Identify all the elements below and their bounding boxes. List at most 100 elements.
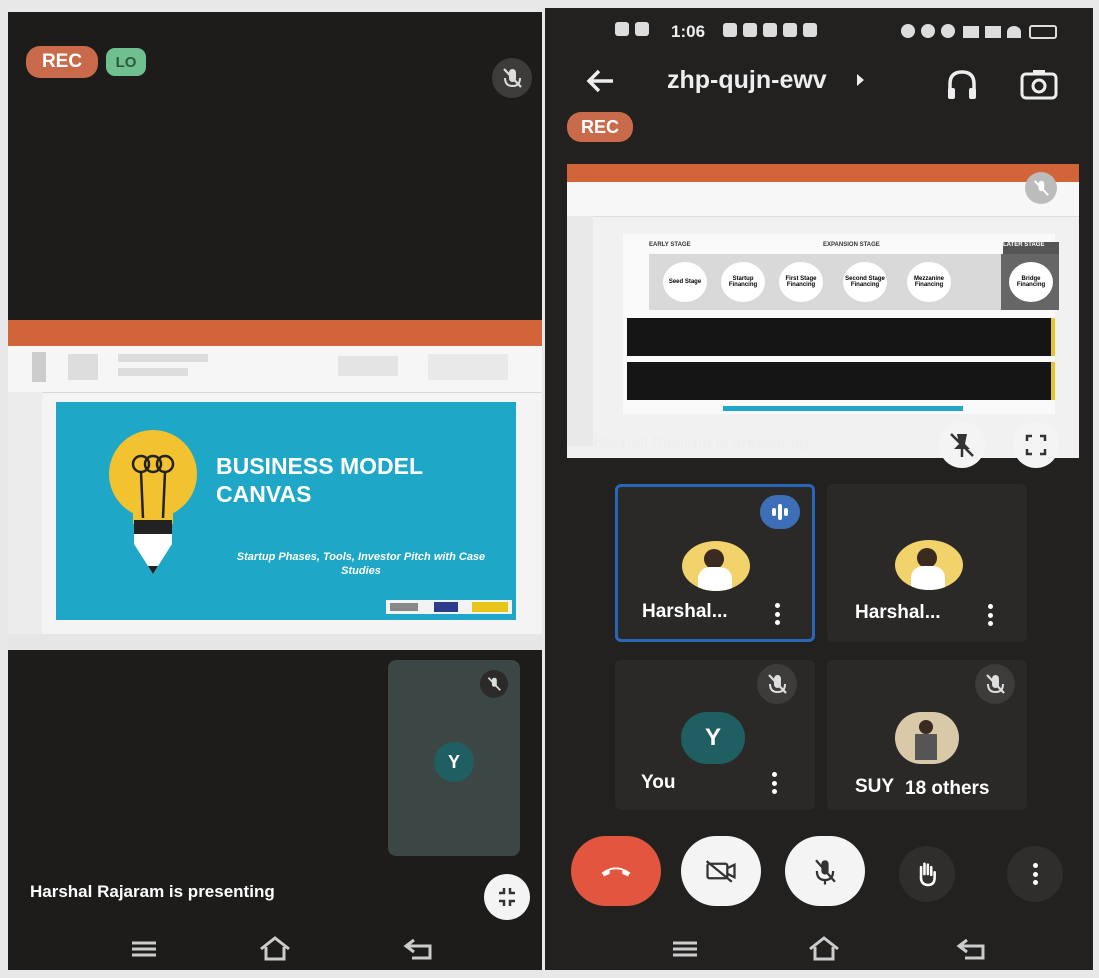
avatar	[682, 541, 750, 591]
mic-off-icon	[815, 859, 836, 885]
switch-camera-button[interactable]	[1017, 64, 1061, 106]
recent-apps-icon[interactable]	[130, 938, 158, 960]
step-circle: Seed Stage	[663, 262, 707, 302]
slide-row	[627, 318, 1055, 356]
presentation-tile[interactable]: EARLY STAGE EXPANSION STAGE LATER STAGE …	[567, 164, 1079, 468]
more-options-icon[interactable]	[774, 603, 780, 625]
participant-tile[interactable]: Y You	[615, 660, 815, 810]
others-count[interactable]: 18 others	[905, 778, 989, 800]
mic-off-icon	[975, 664, 1015, 704]
powerpoint-statusbar	[8, 634, 542, 650]
status-bar-left: 1:06	[615, 20, 915, 44]
presenting-caption: Harshal Rajaram is presenting	[30, 882, 275, 901]
speaking-indicator-icon	[760, 495, 800, 529]
raise-hand-button[interactable]	[899, 846, 955, 902]
status-bar-right	[901, 22, 1071, 40]
lightbulb-icon	[109, 430, 197, 574]
more-options-icon	[1032, 863, 1038, 885]
live-caption-badge[interactable]: LO	[106, 48, 146, 76]
step-circle: First Stage Financing	[779, 262, 823, 302]
microphone-toggle-button[interactable]	[785, 836, 865, 906]
slide-title: BUSINESS MODEL CANVAS	[216, 452, 423, 508]
avatar: Y	[681, 712, 745, 764]
step-circle: Startup Financing	[721, 262, 765, 302]
hang-up-icon	[601, 867, 631, 877]
headset-status-icon	[901, 24, 915, 38]
rec-badge: REC	[567, 112, 633, 142]
mic-off-icon	[1025, 172, 1057, 204]
step-circle: Bridge Financing	[1009, 262, 1053, 302]
right-phone-screen: 1:06 zhp-qujn-ewv REC EARLY STAGE EXPANS…	[545, 8, 1093, 970]
slide-row	[627, 362, 1055, 400]
step-circle: Second Stage Financing	[843, 262, 887, 302]
camera-toggle-button[interactable]	[681, 836, 761, 906]
mic-off-icon	[757, 664, 797, 704]
ribbon	[8, 346, 542, 393]
fullscreen-button[interactable]	[1013, 422, 1059, 468]
hand-icon	[919, 862, 936, 887]
home-icon[interactable]	[807, 934, 841, 962]
participant-name: You	[641, 772, 676, 793]
avatar: Y	[434, 742, 474, 782]
unpin-icon	[950, 433, 974, 457]
self-view-tile[interactable]: Y	[388, 660, 520, 856]
participant-name: Harshal...	[642, 601, 728, 622]
alarm-icon	[921, 24, 935, 38]
status-time: 1:06	[671, 22, 706, 41]
back-icon[interactable]	[955, 936, 989, 962]
mic-off-icon	[492, 58, 532, 98]
headphones-icon	[948, 70, 976, 99]
presenting-caption: Harshal Rajaram is presenting	[593, 434, 809, 451]
slide-thumbnails	[8, 392, 42, 642]
powerpoint-titlebar	[8, 320, 542, 346]
back-icon[interactable]	[402, 936, 436, 962]
avatar	[895, 540, 963, 590]
more-options-icon[interactable]	[771, 772, 777, 794]
mic-off-icon	[480, 670, 508, 698]
recent-apps-icon[interactable]	[671, 938, 699, 960]
slide-canvas: BUSINESS MODEL CANVAS Startup Phases, To…	[56, 402, 516, 620]
end-call-button[interactable]	[571, 836, 661, 906]
slide-label: EARLY STAGE	[649, 242, 691, 248]
participant-tile[interactable]: Harshal...	[615, 484, 815, 642]
video-off-icon	[705, 860, 736, 883]
rec-badge: REC	[26, 46, 98, 78]
step-circle: Mezzanine Financing	[907, 262, 951, 302]
battery-icon	[1029, 25, 1057, 39]
switch-camera-icon	[1020, 70, 1058, 100]
call-icon	[941, 24, 955, 38]
shared-presentation: BUSINESS MODEL CANVAS Startup Phases, To…	[8, 320, 542, 650]
expand-icon	[1025, 434, 1047, 456]
more-options-button[interactable]	[1007, 846, 1063, 902]
slide-label: EXPANSION STAGE	[823, 242, 880, 248]
participant-name: Harshal...	[855, 602, 941, 623]
avatar	[895, 712, 959, 764]
notification-icon	[635, 22, 649, 36]
more-options-icon[interactable]	[987, 604, 993, 626]
wifi-icon	[1007, 26, 1021, 38]
slide-thumbnails	[567, 216, 593, 446]
participant-tile[interactable]: SUY 18 others	[827, 660, 1027, 810]
slide-logos	[386, 600, 512, 614]
unpin-button[interactable]	[939, 422, 985, 468]
participant-name: SUY	[855, 776, 895, 797]
meeting-code[interactable]: zhp-qujn-ewv	[667, 66, 827, 95]
notification-icon	[615, 22, 629, 36]
slide-title-line2: CANVAS	[216, 481, 312, 507]
slide-canvas: EARLY STAGE EXPANSION STAGE LATER STAGE …	[623, 234, 1059, 414]
chevron-right-icon[interactable]	[857, 74, 864, 86]
back-arrow-icon[interactable]	[585, 68, 615, 94]
ribbon	[567, 182, 1079, 217]
participant-tile[interactable]: Harshal...	[827, 484, 1027, 642]
powerpoint-titlebar	[567, 164, 1079, 182]
home-icon[interactable]	[258, 934, 292, 962]
slide-label: LATER STAGE	[1003, 242, 1059, 254]
slide-subtitle: Startup Phases, Tools, Investor Pitch wi…	[236, 551, 486, 577]
audio-output-button[interactable]	[941, 64, 983, 106]
slide-title-line1: BUSINESS MODEL	[216, 453, 424, 479]
exit-fullscreen-button[interactable]	[484, 874, 530, 920]
android-nav-bar	[8, 930, 542, 970]
left-phone-screen: REC LO BUSINESS MODEL CANVAS Startup Pha…	[8, 12, 542, 970]
signal-icon	[985, 26, 1001, 38]
android-nav-bar	[545, 930, 1093, 970]
